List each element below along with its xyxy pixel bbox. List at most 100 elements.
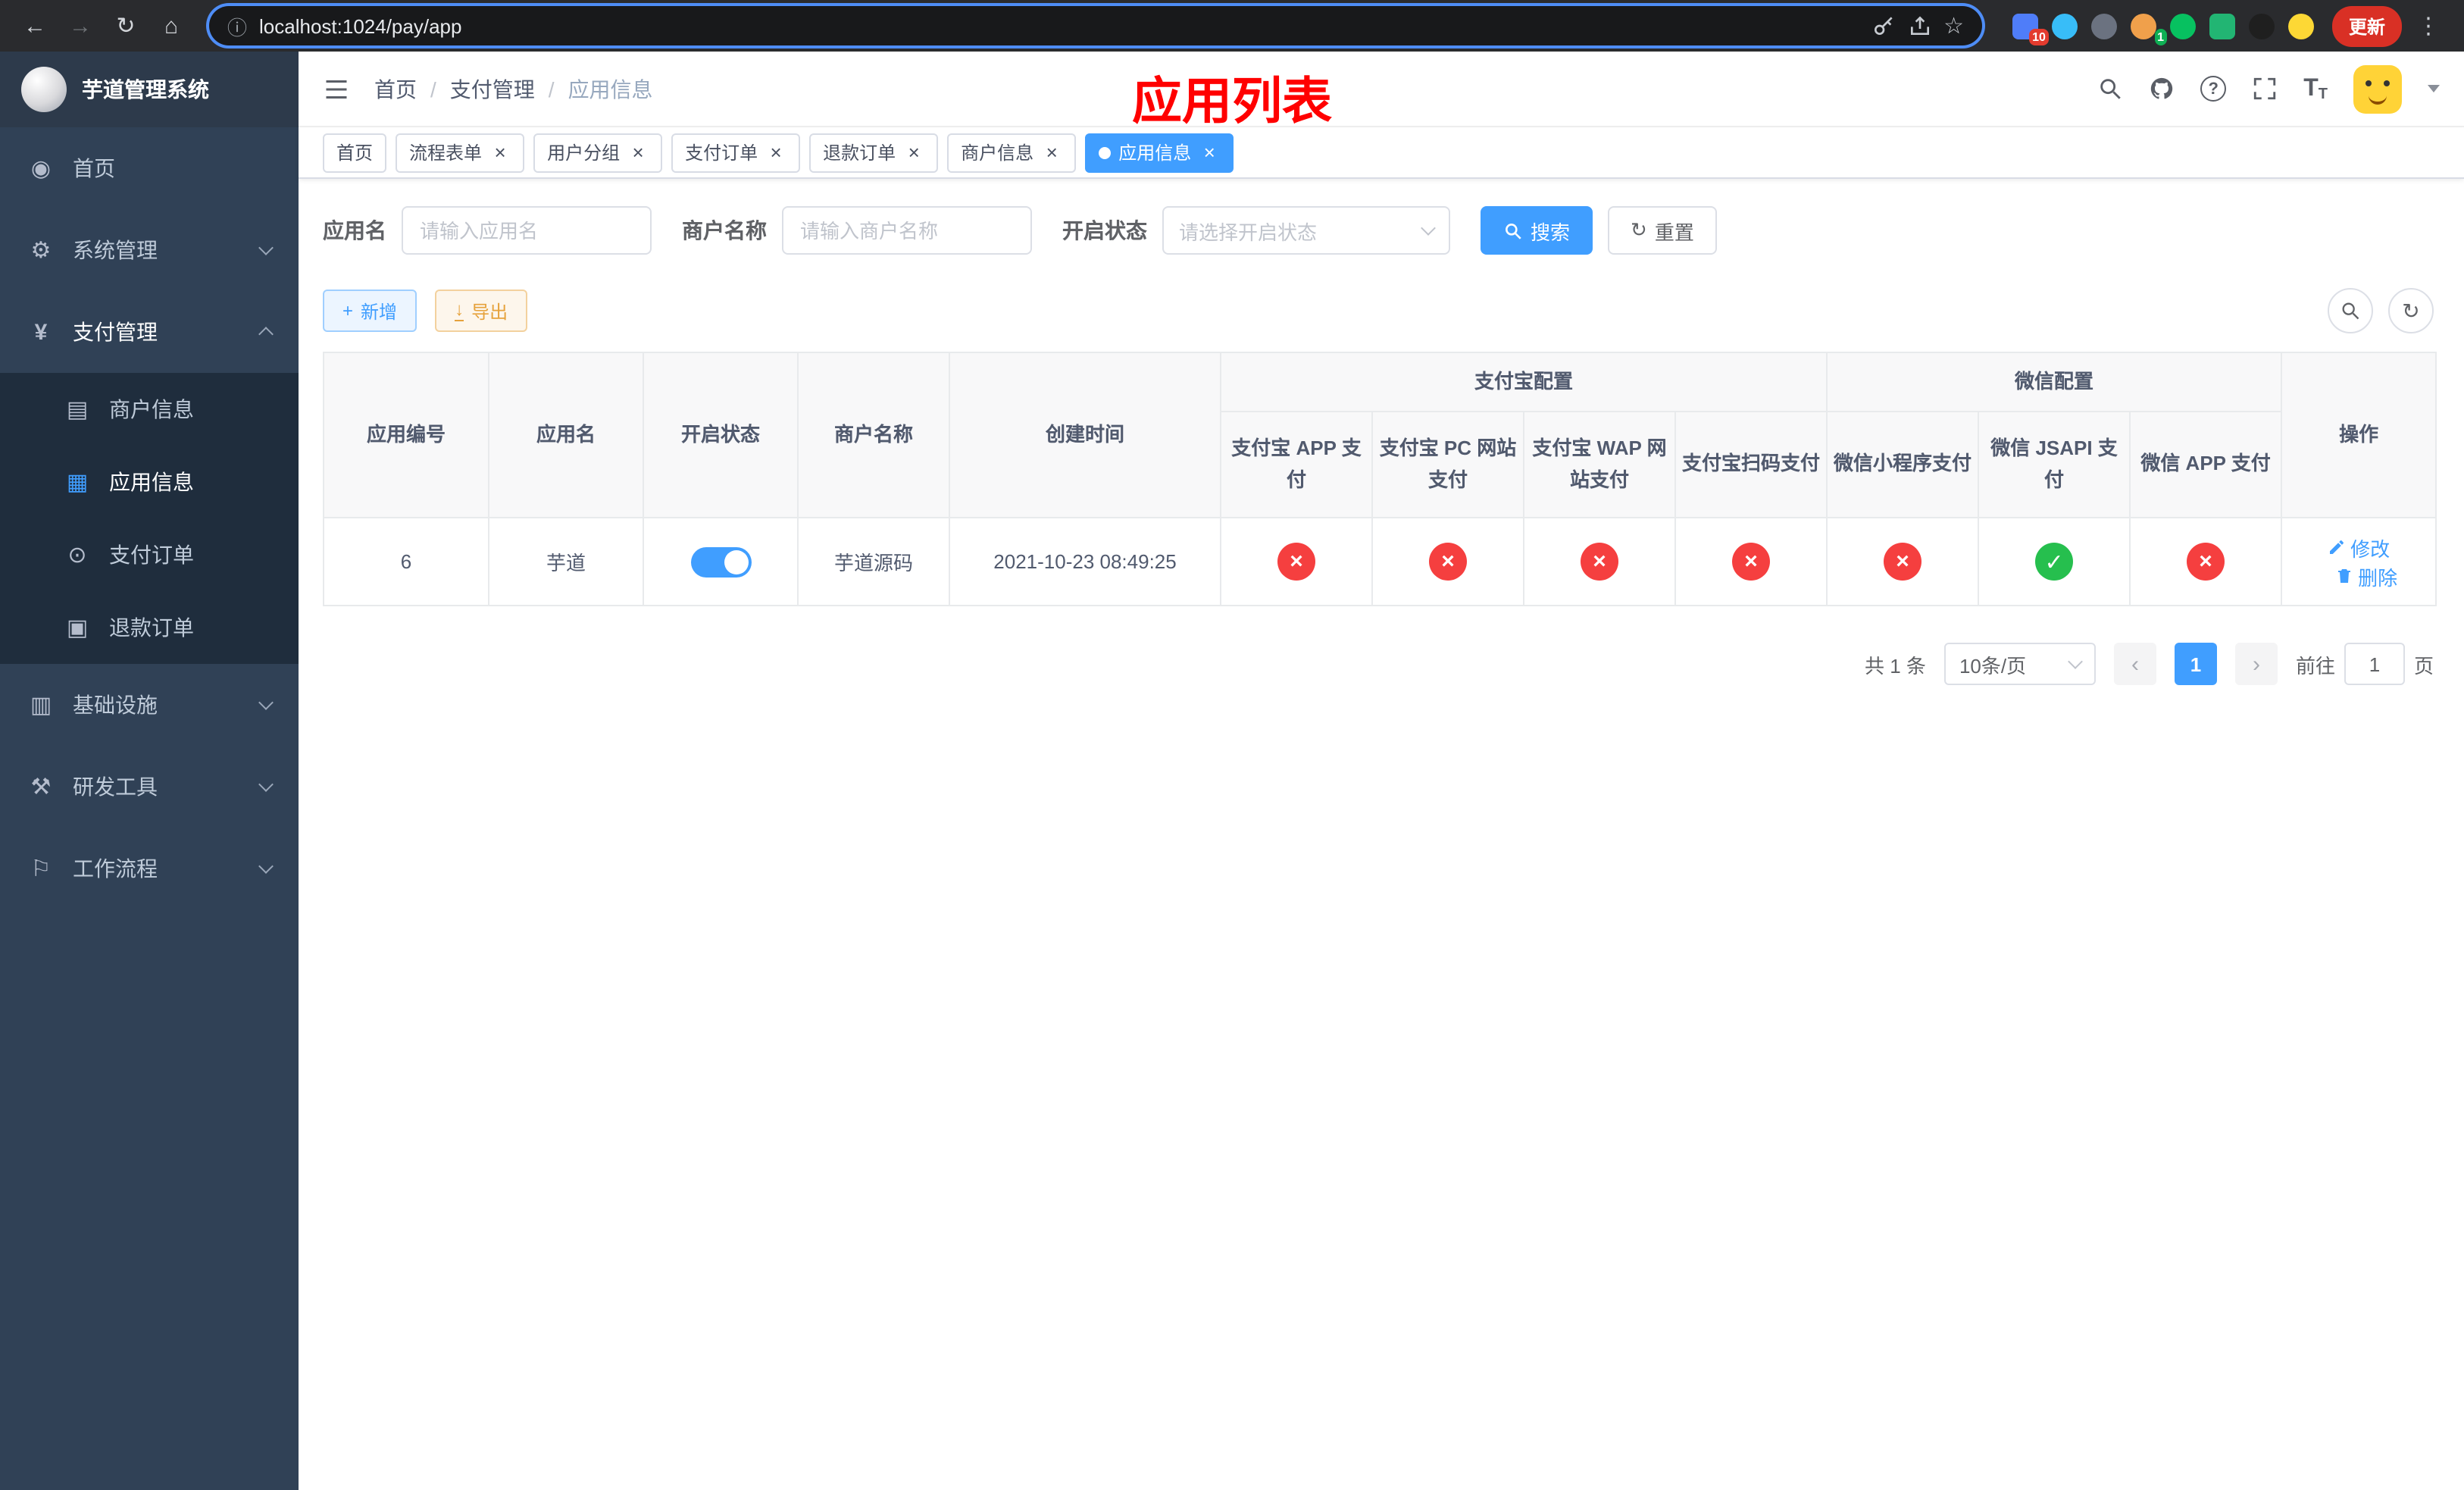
enabled-toggle[interactable] [690, 546, 751, 577]
trash-icon [2338, 569, 2351, 583]
help-icon[interactable]: ? [2200, 76, 2227, 102]
tab-refund-orders[interactable]: 退款订单 × [809, 133, 939, 172]
share-icon[interactable] [1907, 14, 1931, 38]
search-button[interactable]: 搜索 [1481, 206, 1593, 255]
font-size-icon[interactable]: TT [2303, 75, 2328, 102]
close-icon[interactable]: × [903, 142, 924, 163]
sidebar-item-system[interactable]: ⚙ 系统管理 [0, 209, 299, 291]
browser-forward-icon[interactable]: → [61, 6, 100, 45]
browser-menu-icon[interactable]: ⋮ [2408, 12, 2449, 39]
tab-process-form[interactable]: 流程表单 × [396, 133, 525, 172]
sidebar-item-payment[interactable]: ¥ 支付管理 [0, 291, 299, 373]
tab-merchant-info[interactable]: 商户信息 × [947, 133, 1077, 172]
app-name-label: 应用名 [323, 218, 386, 243]
browser-update-button[interactable]: 更新 [2331, 5, 2402, 46]
col-wx-jsapi: 微信 JSAPI 支付 [1978, 411, 2131, 518]
tools-icon: ⚒ [30, 775, 52, 800]
sidebar-item-home[interactable]: ◉ 首页 [0, 127, 299, 209]
cell-app-id: 6 [323, 517, 489, 606]
sidebar-item-pay-orders[interactable]: ⊙ 支付订单 [0, 518, 299, 591]
extension-icon[interactable]: 1 [2130, 13, 2167, 45]
close-icon[interactable]: × [489, 142, 511, 163]
breadcrumb-current: 应用信息 [568, 77, 653, 101]
tab-pay-orders[interactable]: 支付订单 × [671, 133, 801, 172]
export-button[interactable]: ↓ 导出 [435, 290, 528, 332]
browser-refresh-icon[interactable]: ↻ [106, 6, 145, 45]
refresh-table-button[interactable]: ↻ [2388, 288, 2434, 333]
col-app-name: 应用名 [488, 352, 644, 518]
profile-avatar[interactable] [2287, 13, 2314, 39]
sidebar-item-dev-tools[interactable]: ⚒ 研发工具 [0, 746, 299, 828]
site-info-icon[interactable]: ⓘ [227, 11, 247, 40]
delete-button[interactable]: 删除 [2335, 562, 2397, 590]
extension-icon[interactable]: 10 [2012, 13, 2049, 45]
tab-app-info[interactable]: 应用信息 × [1085, 133, 1234, 172]
sidebar-item-infrastructure[interactable]: ▥ 基础设施 [0, 664, 299, 746]
status-select[interactable]: 请选择开启状态 [1162, 206, 1450, 255]
col-created: 创建时间 [949, 352, 1221, 518]
topbar: 首页 / 支付管理 / 应用信息 应用列表 ? T T [299, 52, 2464, 129]
col-alipay-qr: 支付宝扫码支付 [1674, 411, 1828, 518]
add-button[interactable]: + 新增 [323, 290, 417, 332]
wx-app-status-icon: × [2187, 543, 2225, 581]
tabs-bar: 首页 流程表单 × 用户分组 × 支付订单 × 退款订单 × 商户信息 × 应用信息 × [299, 127, 2464, 179]
extension-icon[interactable] [2051, 13, 2078, 39]
url-text[interactable]: localhost:1024/pay/app [259, 14, 1859, 37]
extension-icon[interactable] [2209, 13, 2235, 39]
merchant-name-input[interactable] [782, 206, 1032, 255]
search-icon[interactable] [2097, 76, 2123, 102]
tab-home[interactable]: 首页 [323, 133, 387, 172]
sidebar-item-workflow[interactable]: ⚐ 工作流程 [0, 828, 299, 909]
github-icon[interactable] [2149, 76, 2175, 102]
alipay-wap-status-icon: × [1581, 543, 1618, 581]
close-icon[interactable]: × [1041, 142, 1062, 163]
password-key-icon[interactable] [1871, 14, 1895, 38]
reset-button[interactable]: ↻ 重置 [1608, 206, 1717, 255]
breadcrumb-home[interactable]: 首页 [374, 74, 417, 104]
app-name-input[interactable] [402, 206, 652, 255]
goto-page-input[interactable] [2344, 643, 2405, 685]
main-area: 首页 / 支付管理 / 应用信息 应用列表 ? T T 首页 流程表单 × 用户… [299, 52, 2464, 1490]
apps-table: 应用编号 应用名 开启状态 商户名称 创建时间 支付宝配置 微信配置 操作 支付… [323, 352, 2437, 606]
prev-page-button[interactable]: ‹ [2113, 643, 2156, 685]
toggle-search-button[interactable] [2328, 288, 2373, 333]
goto-suffix: 页 [2413, 654, 2434, 677]
sidebar-item-merchant-info[interactable]: ▤ 商户信息 [0, 373, 299, 446]
sidebar-item-app-info[interactable]: ▦ 应用信息 [0, 446, 299, 518]
active-dot [1099, 146, 1112, 158]
close-icon[interactable]: × [1199, 142, 1220, 163]
cell-merchant: 芋道源码 [797, 517, 950, 606]
payment-submenu: ▤ 商户信息 ▦ 应用信息 ⊙ 支付订单 ▣ 退款订单 [0, 373, 299, 664]
wx-mini-status-icon: × [1884, 543, 1922, 581]
workflow-icon: ⚐ [30, 856, 52, 882]
close-icon[interactable]: × [765, 142, 786, 163]
filter-form: 应用名 商户名称 开启状态 请选择开启状态 [323, 206, 2440, 255]
fullscreen-icon[interactable] [2252, 76, 2278, 102]
breadcrumb-payment[interactable]: 支付管理 [450, 74, 535, 104]
collapse-sidebar-icon[interactable] [323, 75, 350, 102]
user-avatar[interactable] [2353, 64, 2402, 113]
page-size-select[interactable]: 10条/页 [1943, 643, 2096, 685]
browser-back-icon[interactable]: ← [15, 6, 55, 45]
extension-icon[interactable] [2169, 13, 2196, 39]
sidebar-item-refund-orders[interactable]: ▣ 退款订单 [0, 591, 299, 664]
search-icon [1506, 223, 1521, 239]
col-wx-app: 微信 APP 支付 [2129, 411, 2283, 518]
chevron-down-icon [258, 695, 274, 710]
page-title: 应用列表 [1132, 73, 1332, 129]
extension-icon[interactable] [2090, 13, 2117, 39]
caret-down-icon[interactable] [2428, 85, 2440, 92]
tab-user-group[interactable]: 用户分组 × [533, 133, 663, 172]
edit-button[interactable]: 修改 [2328, 533, 2390, 562]
group-alipay-config: 支付宝配置 [1219, 352, 1828, 412]
extension-icon[interactable] [2248, 13, 2275, 39]
browser-home-icon[interactable]: ⌂ [152, 6, 191, 45]
grid-icon: ▦ [66, 470, 89, 496]
bookmark-star-icon[interactable]: ☆ [1943, 12, 1964, 39]
refresh-icon: ↻ [2402, 298, 2420, 322]
col-app-id: 应用编号 [323, 352, 489, 518]
address-bar[interactable]: ⓘ localhost:1024/pay/app ☆ [209, 6, 1982, 45]
current-page-button[interactable]: 1 [2174, 643, 2217, 685]
next-page-button[interactable]: › [2234, 643, 2278, 685]
close-icon[interactable]: × [627, 142, 649, 163]
